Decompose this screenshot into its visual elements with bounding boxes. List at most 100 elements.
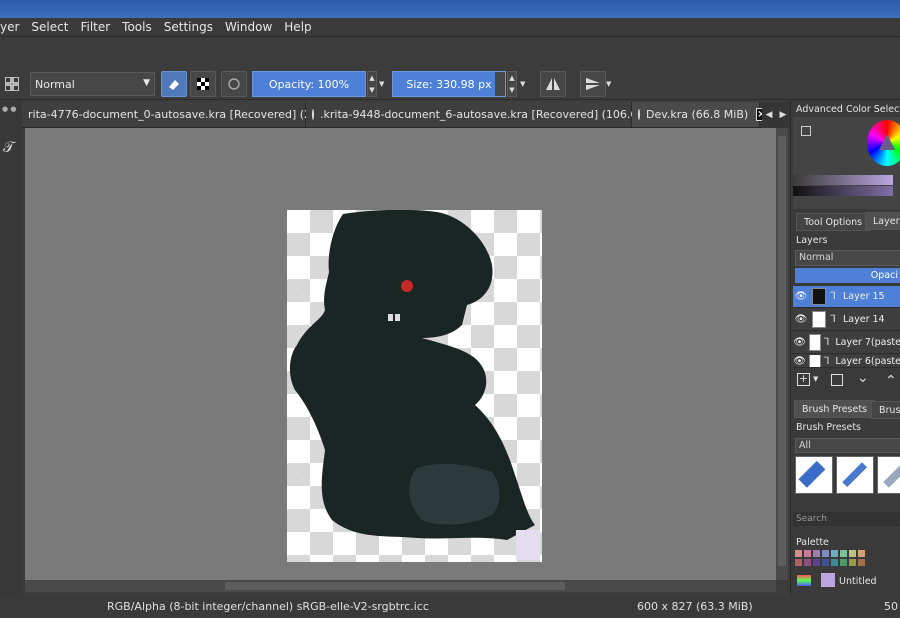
palette-swatch[interactable] [795,559,802,566]
move-layer-down-icon[interactable]: ⌄ [857,370,869,386]
menu-help[interactable]: Help [278,20,317,34]
layers-blend-select[interactable]: Normal [795,250,900,266]
menu-filter[interactable]: Filter [74,20,116,34]
brush-presets-title: Brush Presets [796,422,862,433]
palette-swatch[interactable] [849,559,856,566]
opacity-dropdown-icon[interactable]: ▼ [379,80,384,88]
eye-icon[interactable]: 👁 [793,291,809,302]
palette-swatch[interactable] [804,559,811,566]
palette-swatch[interactable] [813,559,820,566]
add-layer-dropdown-icon[interactable]: ▼ [813,375,818,383]
color-gradient-bar[interactable] [793,175,893,185]
menu-window[interactable]: Window [219,20,278,34]
opacity-spinner[interactable]: ▲ ▼ [367,71,377,97]
reload-preset-icon[interactable] [221,71,247,97]
paint-layer-icon: ⅂ [823,355,830,367]
menu-select[interactable]: Select [25,20,74,34]
mirror-dropdown-icon[interactable]: ▼ [606,80,611,88]
tab-brush-editor-label: Brush [879,404,900,416]
grid-icon[interactable] [0,71,24,97]
right-dock-panel: Advanced Color Selector Tool Options Lay… [790,100,900,595]
tab-scroll-left-icon[interactable]: ◀ [762,102,776,128]
brush-filter-select[interactable]: All [795,438,900,453]
mirror-horizontal-icon[interactable] [540,71,566,97]
size-spinner[interactable]: ▲ ▼ [507,71,517,97]
brush-preset[interactable] [795,456,833,494]
opacity-slider[interactable]: Opacity: 100% [252,71,366,97]
palette-swatch[interactable] [831,559,838,566]
brush-search-placeholder: Search [796,514,827,524]
palette-swatch[interactable] [849,550,856,557]
menu-settings[interactable]: Settings [158,20,219,34]
layer-row[interactable]: 👁 ⅂ Layer 6(paste [793,355,900,368]
palette-swatch[interactable] [840,550,847,557]
tab-layers[interactable]: Layers [865,212,900,230]
document-tab-active[interactable]: Dev.kra (66.8 MiB) × [632,102,767,127]
layer-thumbnail [809,334,821,351]
tab-brush-presets-label: Brush Presets [802,403,868,415]
collapse-handle-icon[interactable]: ● ● [2,105,16,113]
brush-preset[interactable] [836,456,874,494]
palette-swatch[interactable] [858,559,865,566]
krita-logo-icon [312,109,314,120]
palette-swatch[interactable] [804,550,811,557]
layer-row[interactable]: 👁 ⅂ Layer 14 [793,309,900,331]
horizontal-scrollbar[interactable] [25,580,776,592]
tab-tool-options[interactable]: Tool Options [796,213,871,231]
eye-icon[interactable]: 👁 [793,337,806,348]
document-tab[interactable]: rita-4776-document_0-autosave.kra [Recov… [22,102,375,127]
palette-swatches[interactable] [795,550,900,568]
eye-icon[interactable]: 👁 [793,314,809,325]
palette-swatch[interactable] [858,550,865,557]
tab-scroll-right-icon[interactable]: ▶ [776,102,790,128]
menu-tools[interactable]: Tools [116,20,158,34]
paint-layer-icon: ⅂ [823,337,830,348]
palette-menu-icon[interactable] [797,575,811,586]
add-layer-icon[interactable]: + [797,373,810,386]
horizontal-scroll-thumb[interactable] [225,582,565,590]
tab-brush-editor[interactable]: Brush [871,401,900,419]
palette-swatch[interactable] [840,559,847,566]
palette-title: Palette [796,537,829,548]
krita-logo-icon [638,109,640,120]
palette-swatch[interactable] [822,550,829,557]
brush-preset[interactable] [877,456,900,494]
palette-swatch[interactable] [822,559,829,566]
tab-label: .krita-9448-document_6-autosave.kra [Rec… [320,108,666,121]
size-slider-empty [495,72,505,96]
tab-brush-presets[interactable]: Brush Presets [794,400,876,418]
size-dropdown-icon[interactable]: ▼ [520,80,525,88]
eraser-icon[interactable] [161,71,187,97]
vertical-scrollbar[interactable] [776,128,788,580]
size-slider[interactable]: Size: 330.98 px [392,71,506,97]
color-selector-menu-icon[interactable] [801,126,811,136]
layers-title: Layers [796,235,828,246]
palette-swatch[interactable] [831,550,838,557]
alpha-lock-icon[interactable] [190,71,216,97]
toolbar-spacer [0,37,900,68]
blend-mode-select[interactable]: Normal ▼ [30,72,155,96]
brush-search-input[interactable]: Search [793,512,900,526]
vertical-scroll-thumb[interactable] [778,136,786,566]
color-gradient-bar-dark[interactable] [793,186,893,196]
canvas-image[interactable] [287,210,542,562]
menu-layer[interactable]: yer [0,20,25,34]
palette-color-swatch [821,573,835,587]
palette-swatch[interactable] [813,550,820,557]
document-tab[interactable]: .krita-9448-document_6-autosave.kra [Rec… [306,102,684,127]
blend-mode-label: Normal [35,77,75,91]
artwork-character [290,210,540,560]
brush-filter-label: All [799,440,811,451]
layer-row[interactable]: 👁 ⅂ Layer 7(paste [793,332,900,354]
duplicate-layer-icon[interactable] [831,374,843,386]
eye-icon[interactable]: 👁 [793,356,806,367]
image-dimensions: 600 x 827 (63.3 MiB) [637,600,753,613]
palette-swatch[interactable] [795,550,802,557]
mirror-vertical-icon[interactable] [580,71,606,97]
color-space-info: RGB/Alpha (8-bit integer/channel) sRGB-e… [107,600,429,613]
layer-opacity-slider[interactable]: Opaci [795,268,900,283]
move-layer-up-icon[interactable]: ⌃ [885,373,897,389]
zoom-level: 50 [884,600,898,613]
calligraphy-tool-icon[interactable]: 𝒯 [3,138,15,156]
layer-row[interactable]: 👁 ⅂ Layer 15 [793,286,900,308]
